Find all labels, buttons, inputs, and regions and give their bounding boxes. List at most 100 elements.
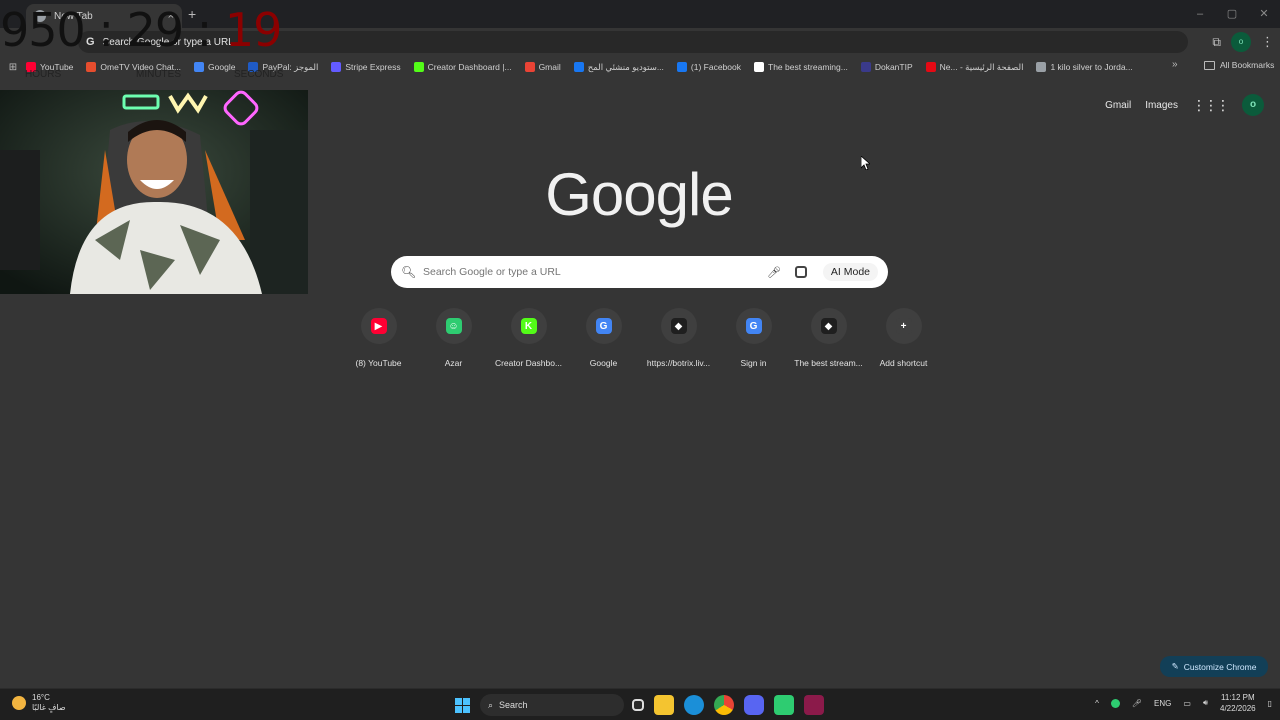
notification-icon[interactable]: ▯ [1268, 699, 1272, 708]
customize-chrome-label: Customize Chrome [1183, 661, 1257, 672]
shortcut-tile[interactable]: K Creator Dashbo... [491, 308, 566, 368]
maximize-button[interactable]: ▢ [1216, 0, 1248, 28]
timer-label-minutes: MINUTES [136, 69, 181, 80]
timer-label-hours: HOURS [25, 69, 62, 80]
minimize-button[interactable]: – [1184, 0, 1216, 28]
google-lens-icon[interactable] [794, 266, 807, 278]
shortcut-favicon-icon: ◆ [820, 318, 837, 334]
system-tray: ^ 🎤︎ ENG ▭ 🔊︎ 11:12 PM 4/22/2026 ▯ [1095, 692, 1272, 714]
weather-desc: صافٍ غالبًا [32, 703, 66, 712]
google-logo: Google [545, 161, 733, 228]
shortcut-favicon-icon: ▶ [370, 318, 387, 334]
voice-search-icon[interactable]: 🎤︎ [767, 266, 781, 279]
timer-hours: 950 [0, 3, 86, 57]
shortcut-icon: G [735, 308, 772, 344]
taskbar-search[interactable]: ⌕ Search [480, 694, 624, 716]
shortcut-icon: ▶ [360, 308, 397, 344]
language-indicator[interactable]: ENG [1154, 699, 1171, 708]
taskbar-search-label: Search [499, 700, 528, 710]
file-explorer-icon[interactable] [654, 695, 674, 715]
shortcut-favicon-icon: K [520, 318, 537, 334]
account-avatar[interactable]: o [1242, 94, 1264, 116]
ai-mode-button[interactable]: AI Mode [822, 263, 878, 281]
images-link[interactable]: Images [1145, 100, 1178, 111]
bookmark-item[interactable]: DokanTIP [860, 62, 913, 72]
apps-grid-icon[interactable]: ⊞ [0, 62, 26, 73]
shortcut-tile[interactable]: ▶ (8) YouTube [341, 308, 416, 368]
weather-widget[interactable]: 16°C صافٍ غالبًا [12, 693, 66, 713]
shortcut-tile[interactable]: ☺ Azar [416, 308, 491, 368]
clock-date: 4/22/2026 [1220, 704, 1256, 713]
shortcut-label: Creator Dashbo... [494, 358, 563, 368]
weather-icon [12, 696, 26, 710]
shortcut-favicon-icon: G [595, 318, 612, 334]
bookmark-favicon-icon [331, 62, 342, 72]
shortcut-tile[interactable]: + Add shortcut [866, 308, 941, 368]
gmail-link[interactable]: Gmail [1105, 100, 1131, 111]
weather-temp: 16°C [32, 693, 50, 702]
network-icon[interactable]: ▭ [1183, 699, 1191, 708]
ntp-top-links: Gmail Images ⋮⋮⋮ o [1105, 94, 1264, 116]
microphone-icon[interactable]: 🎤︎ [1132, 699, 1142, 708]
search-input[interactable] [423, 266, 767, 278]
close-window-button[interactable]: ✕ [1248, 0, 1280, 28]
search-box[interactable]: 🔍︎ 🎤︎ AI Mode [391, 256, 888, 288]
bookmark-favicon-icon [194, 62, 205, 72]
edge-icon[interactable] [684, 695, 704, 715]
bookmark-item[interactable]: Stripe Express [331, 62, 401, 72]
adobe-app-icon[interactable] [804, 695, 824, 715]
bookmark-label: 1 kilo silver to Jorda... [1050, 62, 1133, 72]
task-view-icon[interactable] [632, 699, 644, 711]
timer-sep: : [98, 3, 113, 57]
shortcuts-row: ▶ (8) YouTube ☺ Azar K Creator Dashbo... G Goog… [341, 308, 941, 368]
bookmark-item[interactable]: Ne... - الصفحة الرئيسية [925, 62, 1023, 73]
bookmark-favicon-icon [524, 62, 535, 72]
extensions-icon[interactable]: ⧉ [1212, 35, 1221, 50]
bookmark-label: Creator Dashboard |... [427, 62, 512, 72]
bookmark-favicon-icon [925, 62, 936, 72]
taskbar-apps [632, 695, 824, 715]
bookmark-item[interactable]: Gmail [524, 62, 561, 72]
stream-timer: 950 : 29 : 19 [0, 3, 282, 57]
streaming-app-icon[interactable] [774, 695, 794, 715]
bookmark-item[interactable]: (1) Facebook [676, 62, 741, 72]
bookmark-favicon-icon [676, 62, 687, 72]
search-icon: 🔍︎ [401, 265, 417, 279]
chrome-menu-icon[interactable]: ⋮ [1261, 34, 1274, 50]
shortcut-tile[interactable]: ◆ The best stream... [791, 308, 866, 368]
shortcut-label: https://botrix.liv... [646, 358, 711, 368]
clock[interactable]: 11:12 PM 4/22/2026 [1220, 692, 1256, 714]
bookmark-item[interactable]: ستوديو منشئي المح... [573, 62, 664, 73]
shortcut-label: Add shortcut [879, 358, 928, 368]
bookmark-label: Gmail [538, 62, 561, 72]
status-dot-icon[interactable] [1110, 698, 1120, 708]
bookmarks-overflow-button[interactable]: » [1172, 59, 1178, 70]
bookmark-item[interactable]: 1 kilo silver to Jorda... [1036, 62, 1133, 72]
bookmark-favicon-icon [86, 62, 97, 72]
shortcut-label: Sign in [740, 358, 767, 368]
shortcut-icon: + [885, 308, 922, 344]
shortcut-icon: ☺ [435, 308, 472, 344]
screen: New Tab × + – ▢ ✕ G Search Google or typ… [0, 0, 1280, 720]
start-button[interactable] [455, 698, 470, 713]
profile-avatar[interactable]: o [1231, 32, 1251, 52]
bookmark-item[interactable]: The best streaming... [754, 62, 848, 72]
all-bookmarks-button[interactable]: All Bookmarks [1204, 60, 1274, 70]
bookmark-item[interactable]: Creator Dashboard |... [413, 62, 512, 72]
windows-taskbar: 16°C صافٍ غالبًا ⌕ Search ^ 🎤︎ ENG ▭ 🔊︎ [0, 688, 1280, 720]
shortcut-tile[interactable]: G Google [566, 308, 641, 368]
bookmark-item[interactable]: Google [194, 62, 235, 72]
bookmarks-list: YouTube OmeTV Video Chat... Google PayPal: … [26, 62, 1146, 73]
volume-icon[interactable]: 🔊︎ [1203, 698, 1208, 708]
google-apps-icon[interactable]: ⋮⋮⋮ [1192, 97, 1230, 114]
shortcut-tile[interactable]: G Sign in [716, 308, 791, 368]
timer-sep: : [196, 3, 212, 57]
clock-time: 11:12 PM [1220, 693, 1255, 702]
shortcut-tile[interactable]: ◆ https://botrix.liv... [641, 308, 716, 368]
chevron-up-icon[interactable]: ^ [1095, 699, 1099, 708]
shortcut-label: Azar [444, 358, 463, 368]
discord-icon[interactable] [744, 695, 764, 715]
customize-chrome-button[interactable]: ✎ Customize Chrome [1160, 656, 1268, 677]
chrome-icon[interactable] [714, 695, 734, 715]
timer-minutes: 29 [126, 3, 185, 57]
